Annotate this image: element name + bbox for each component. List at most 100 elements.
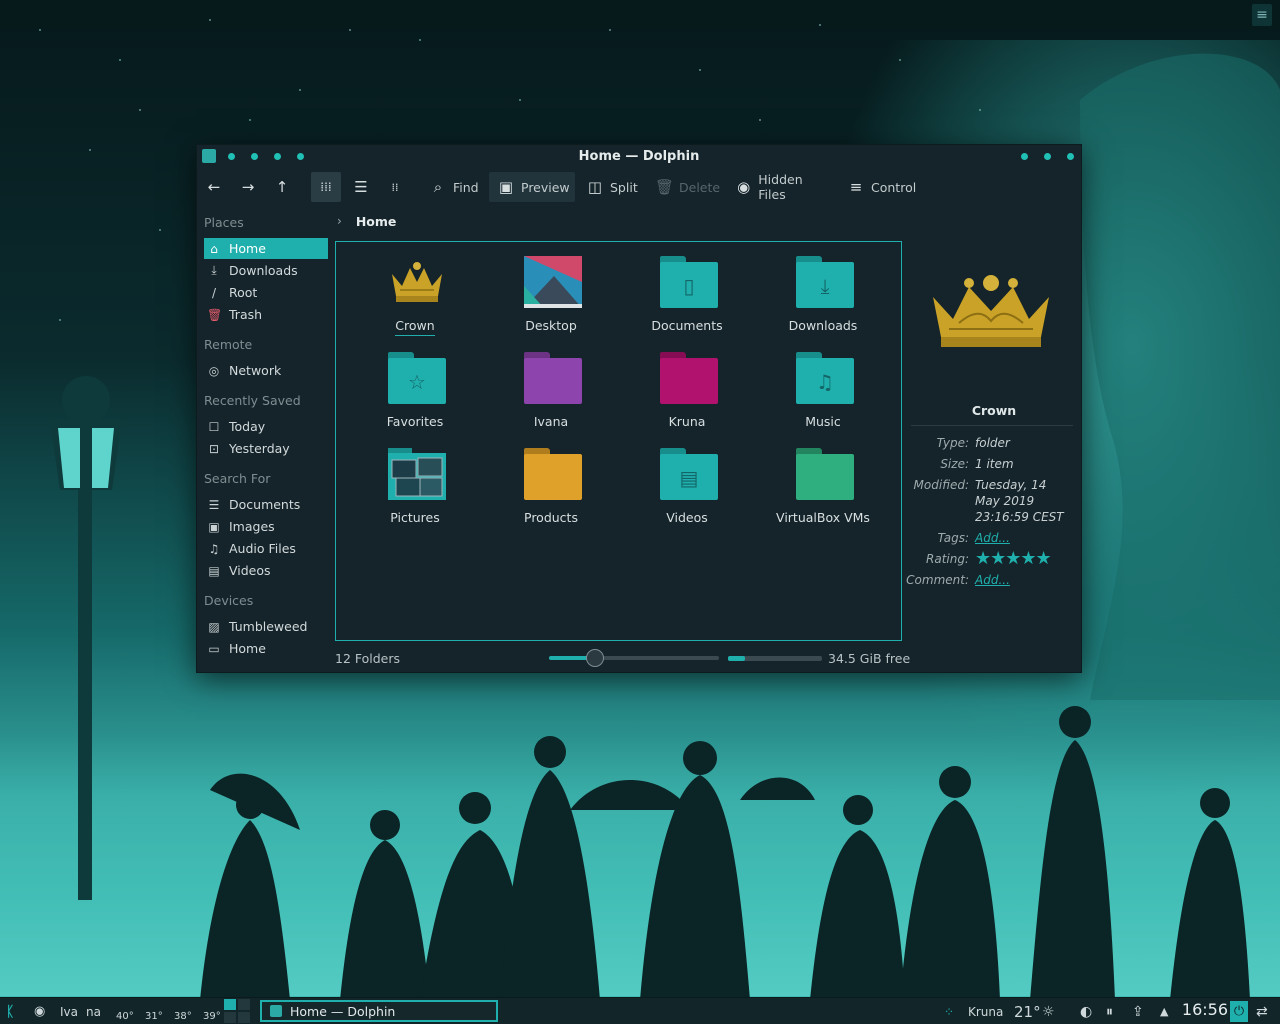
weather-icon[interactable]: ☼ bbox=[1042, 998, 1055, 1024]
info-modified-label: Modified: bbox=[913, 478, 969, 492]
forward-button[interactable]: → bbox=[239, 172, 263, 202]
weather-location[interactable]: Kruna bbox=[968, 998, 1003, 1024]
devices-section-title: Devices bbox=[204, 593, 254, 608]
places-item-trash[interactable]: 🗑 Trash bbox=[204, 304, 328, 325]
find-button[interactable]: ⌕ Find bbox=[429, 172, 481, 202]
compact-view-button[interactable]: ⁞⁞ bbox=[381, 172, 409, 202]
places-item-home[interactable]: ⌂ Home bbox=[204, 238, 328, 259]
free-space-fill bbox=[728, 656, 745, 661]
add-tags-link[interactable]: Add... bbox=[975, 530, 1075, 546]
recent-section-title: Recently Saved bbox=[204, 393, 301, 408]
file-item-desktop[interactable]: Desktop bbox=[488, 242, 614, 334]
eye-icon[interactable]: ◉ bbox=[34, 998, 45, 1024]
application-launcher-icon[interactable]: ᛕ bbox=[6, 998, 14, 1024]
places-item-search-documents[interactable]: ☰ Documents bbox=[204, 494, 328, 515]
file-item-label: Documents bbox=[651, 318, 723, 333]
update-icon[interactable]: ⇪ bbox=[1132, 998, 1144, 1024]
pager-desktop[interactable] bbox=[224, 1012, 236, 1023]
file-item-virtualbox-vms[interactable]: VirtualBox VMs bbox=[760, 434, 886, 526]
minimize-button[interactable] bbox=[1021, 153, 1028, 160]
favorites-folder-icon: ☆ bbox=[388, 352, 446, 404]
downloads-folder-icon: ⤓ bbox=[796, 256, 854, 308]
details-view-button[interactable]: ☰ bbox=[347, 172, 375, 202]
calendar-icon: ⊡ bbox=[208, 441, 220, 456]
file-item-label: Desktop bbox=[525, 318, 577, 333]
icons-view-button[interactable]: ⁞⁞⁞ bbox=[311, 172, 341, 202]
virtual-desktop-pager[interactable] bbox=[224, 999, 252, 1023]
folder-icon bbox=[524, 352, 582, 404]
zoom-slider[interactable] bbox=[549, 649, 719, 667]
chevron-right-icon[interactable]: › bbox=[337, 214, 342, 228]
split-button[interactable]: ◫ Split bbox=[586, 172, 638, 202]
file-item-products[interactable]: Products bbox=[488, 434, 614, 526]
places-item-device-home[interactable]: ▭ Home bbox=[204, 638, 328, 659]
places-item-search-audio[interactable]: ♫ Audio Files bbox=[204, 538, 328, 559]
media-player-icon[interactable]: ◐ bbox=[1080, 998, 1092, 1024]
places-item-network[interactable]: ◎ Network bbox=[204, 360, 328, 381]
file-view[interactable]: Crown Desktop ▯ Documents ⤓ Downloads ☆ … bbox=[335, 241, 902, 641]
split-icon: ◫ bbox=[587, 178, 603, 196]
places-item-today[interactable]: ☐ Today bbox=[204, 416, 328, 437]
add-comment-link[interactable]: Add... bbox=[975, 572, 1075, 588]
pause-icon[interactable]: ⏸ bbox=[1106, 998, 1113, 1024]
pager-desktop[interactable] bbox=[238, 999, 250, 1010]
desktop-menu-button[interactable]: ≡ bbox=[1252, 4, 1272, 26]
breadcrumb[interactable]: › Home bbox=[337, 211, 396, 231]
hidden-files-button[interactable]: ◉ Hidden Files bbox=[735, 172, 831, 202]
task-dolphin[interactable]: Home — Dolphin bbox=[260, 1000, 498, 1022]
places-item-label: Home bbox=[229, 241, 266, 256]
maximize-button[interactable] bbox=[1044, 153, 1051, 160]
power-icon[interactable]: ⏻ bbox=[1230, 1001, 1248, 1022]
file-item-crown[interactable]: Crown bbox=[352, 242, 478, 336]
titlebar[interactable]: Home — Dolphin bbox=[197, 145, 1081, 169]
clock[interactable]: 16:56 bbox=[1182, 1000, 1228, 1019]
control-button[interactable]: ≡ Control bbox=[847, 172, 917, 202]
weather-temperature[interactable]: 21° bbox=[1014, 998, 1041, 1024]
rating-stars[interactable]: ★★★★★ bbox=[975, 550, 1052, 568]
breadcrumb-current[interactable]: Home bbox=[356, 214, 397, 229]
file-item-label: Pictures bbox=[390, 510, 440, 525]
file-item-pictures[interactable]: Pictures bbox=[352, 434, 478, 526]
places-item-downloads[interactable]: ⤓ Downloads bbox=[204, 260, 328, 281]
tray-expand-icon[interactable]: ▲ bbox=[1160, 998, 1168, 1024]
temp-reading: 38° bbox=[174, 1011, 192, 1022]
file-item-videos[interactable]: ▤ Videos bbox=[624, 434, 750, 526]
task-label: Home — Dolphin bbox=[290, 1003, 396, 1019]
weather-sparkle-icon[interactable]: ⁘ bbox=[944, 998, 954, 1024]
places-item-label: Root bbox=[229, 285, 258, 300]
pager-desktop[interactable] bbox=[224, 999, 236, 1010]
places-item-search-videos[interactable]: ▤ Videos bbox=[204, 560, 328, 581]
panel-settings-icon[interactable]: ⇄ bbox=[1256, 998, 1268, 1024]
places-item-device-tumbleweed[interactable]: ▨ Tumbleweed bbox=[204, 616, 328, 637]
trash-icon: 🗑 bbox=[207, 307, 223, 322]
preview-button[interactable]: ▣ Preview bbox=[489, 172, 575, 202]
file-item-documents[interactable]: ▯ Documents bbox=[624, 242, 750, 334]
file-item-music[interactable]: ♫ Music bbox=[760, 338, 886, 430]
file-item-label: VirtualBox VMs bbox=[776, 510, 870, 525]
delete-button[interactable]: 🗑 Delete bbox=[655, 172, 720, 202]
places-section-title: Places bbox=[204, 215, 244, 230]
compact-view-icon: ⁞⁞ bbox=[391, 180, 399, 194]
info-file-name: Crown bbox=[971, 403, 1017, 418]
back-button[interactable]: ← bbox=[205, 172, 229, 202]
file-item-ivana[interactable]: Ivana bbox=[488, 338, 614, 430]
file-item-favorites[interactable]: ☆ Favorites bbox=[352, 338, 478, 430]
pager-desktop[interactable] bbox=[238, 1012, 250, 1023]
file-item-kruna[interactable]: Kruna bbox=[624, 338, 750, 430]
places-item-yesterday[interactable]: ⊡ Yesterday bbox=[204, 438, 328, 459]
close-button[interactable] bbox=[1067, 153, 1074, 160]
dolphin-app-icon bbox=[270, 1005, 282, 1017]
download-icon: ⤓ bbox=[211, 263, 217, 277]
zoom-slider-handle[interactable] bbox=[585, 649, 604, 667]
file-item-downloads[interactable]: ⤓ Downloads bbox=[760, 242, 886, 334]
taskbar: ᛕ ◉ Iva na 40° 31° 38° 39° Home — Dolphi… bbox=[0, 997, 1280, 1024]
taskbar-user-part2: na bbox=[86, 1004, 101, 1019]
film-icon: ▤ bbox=[679, 466, 699, 490]
places-item-search-images[interactable]: ▣ Images bbox=[204, 516, 328, 537]
file-item-label: Music bbox=[805, 414, 841, 429]
places-item-root[interactable]: / Root bbox=[204, 282, 328, 303]
file-item-label: Products bbox=[524, 510, 578, 525]
up-button[interactable]: ↑ bbox=[273, 172, 297, 202]
places-item-label: Videos bbox=[229, 563, 271, 578]
search-icon: ⌕ bbox=[433, 178, 443, 196]
